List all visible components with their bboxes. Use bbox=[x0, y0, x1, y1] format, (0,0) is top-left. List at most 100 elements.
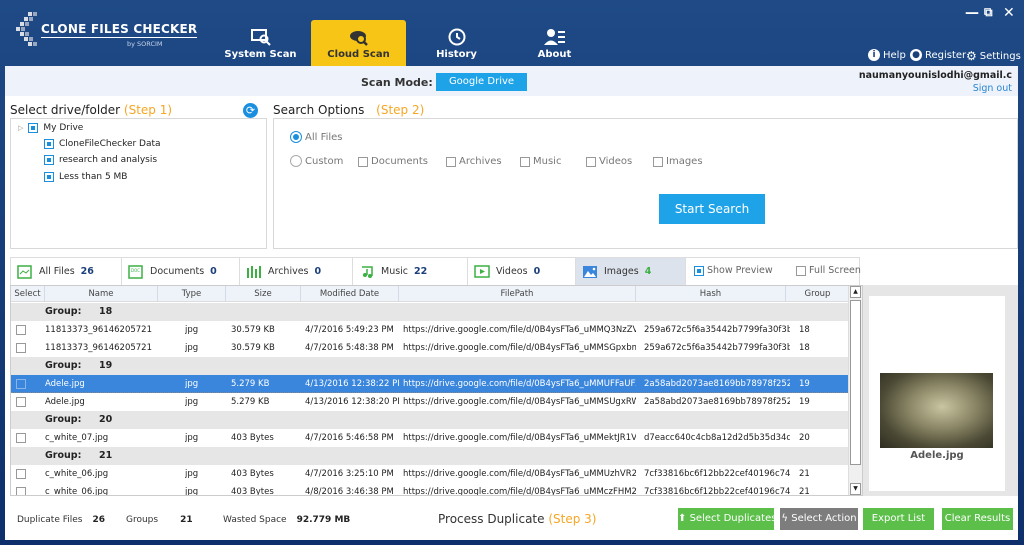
radio-icon bbox=[290, 131, 302, 143]
export-list-button[interactable]: Export List bbox=[863, 508, 934, 530]
start-search-button[interactable]: Start Search bbox=[659, 194, 765, 224]
vertical-scrollbar[interactable]: ▲ ▼ bbox=[848, 286, 862, 495]
refresh-icon[interactable]: ⟳ bbox=[243, 103, 258, 118]
filter-tab-images[interactable]: Images 4 bbox=[576, 258, 686, 285]
col-hash[interactable]: Hash bbox=[636, 286, 786, 302]
tab-cloud-scan[interactable]: Cloud Scan bbox=[311, 20, 406, 66]
step-2-label: (Step 2) bbox=[376, 103, 425, 117]
filter-tab-documents[interactable]: DOC Documents 0 bbox=[122, 258, 240, 285]
table-row[interactable]: c_white_06.jpg jpg 403 Bytes 4/7/2016 3:25:… bbox=[11, 465, 849, 483]
close-button[interactable]: ✕ bbox=[1003, 5, 1015, 21]
tree-checkbox[interactable] bbox=[44, 139, 54, 149]
table-row[interactable]: Adele.jpg jpg 5.279 KB 4/13/2016 12:38:22 P… bbox=[11, 375, 849, 393]
cell-size: 5.279 KB bbox=[231, 397, 270, 407]
col-modified-date[interactable]: Modified Date bbox=[301, 286, 399, 302]
col-group[interactable]: Group bbox=[786, 286, 849, 302]
register-link[interactable]: ● Register bbox=[910, 49, 966, 61]
tree-item-my-drive[interactable]: ▷ My Drive bbox=[18, 123, 83, 133]
table-row[interactable]: 11813373_96146205721 jpg 30.579 KB 4/7/2016… bbox=[11, 321, 849, 339]
stat-value: 26 bbox=[92, 515, 106, 525]
tree-checkbox[interactable] bbox=[44, 155, 54, 165]
scan-mode-button[interactable]: Google Drive bbox=[436, 73, 527, 91]
scroll-up-icon[interactable]: ▲ bbox=[850, 286, 861, 298]
settings-link[interactable]: ⚙ Settings bbox=[966, 49, 1021, 63]
full-screen-checkbox[interactable]: Full Screen bbox=[796, 265, 861, 276]
group-label: Group: bbox=[45, 306, 82, 317]
gear-icon: ⚙ bbox=[966, 49, 977, 63]
row-checkbox[interactable] bbox=[16, 433, 26, 443]
documents-label: Documents bbox=[371, 156, 429, 167]
select-action-button[interactable]: ϟ Select Action bbox=[780, 508, 858, 530]
tree-item-research-and-analysis[interactable]: research and analysis bbox=[44, 155, 157, 165]
tree-checkbox[interactable] bbox=[28, 123, 39, 133]
row-checkbox[interactable] bbox=[16, 487, 26, 495]
checkbox-box bbox=[796, 265, 806, 276]
row-checkbox[interactable] bbox=[16, 379, 26, 389]
show-preview-checkbox[interactable]: Show Preview bbox=[694, 265, 773, 276]
scroll-down-icon[interactable]: ▼ bbox=[850, 483, 861, 495]
row-checkbox[interactable] bbox=[16, 397, 26, 407]
tab-history[interactable]: History bbox=[409, 20, 504, 66]
music-label: Music bbox=[533, 156, 562, 167]
documents-checkbox[interactable]: Documents bbox=[358, 156, 428, 167]
row-checkbox[interactable] bbox=[16, 469, 26, 479]
expand-icon[interactable]: ▷ bbox=[18, 124, 23, 132]
col-type[interactable]: Type bbox=[158, 286, 226, 302]
row-checkbox[interactable] bbox=[16, 343, 26, 353]
help-link[interactable]: i Help bbox=[868, 49, 906, 61]
help-label: Help bbox=[883, 49, 906, 61]
results-table: Select Name Type Size Modified Date File… bbox=[10, 285, 863, 496]
scroll-thumb[interactable] bbox=[850, 300, 861, 465]
col-select[interactable]: Select bbox=[11, 286, 45, 302]
music-checkbox[interactable]: Music bbox=[520, 156, 561, 167]
sign-out-link[interactable]: Sign out bbox=[973, 83, 1012, 94]
scan-mode-bar: Scan Mode: Google Drive naumanyounislodh… bbox=[5, 66, 1018, 96]
table-row[interactable]: 11813373_96146205721 jpg 30.579 KB 4/7/2016… bbox=[11, 339, 849, 357]
lightning-icon: ϟ bbox=[781, 513, 789, 524]
process-label: Process Duplicate bbox=[438, 512, 545, 526]
drive-title-text: Select drive/folder bbox=[10, 103, 121, 117]
cell-group: 21 bbox=[799, 487, 810, 496]
tree-item-less-than-5mb[interactable]: Less than 5 MB bbox=[44, 172, 127, 182]
preview-card: Adele.jpg bbox=[869, 296, 1005, 491]
videos-label: Videos bbox=[599, 156, 633, 167]
checkbox-box bbox=[520, 156, 530, 167]
table-row[interactable]: c_white_06.jpg jpg 403 Bytes 4/8/2016 3:46:… bbox=[11, 483, 849, 496]
filter-tab-music[interactable]: Music 22 bbox=[353, 258, 468, 285]
step-3-label: (Step 3) bbox=[548, 512, 597, 526]
row-checkbox[interactable] bbox=[16, 325, 26, 335]
col-filepath[interactable]: FilePath bbox=[399, 286, 636, 302]
images-checkbox[interactable]: Images bbox=[653, 156, 703, 167]
tab-about[interactable]: About bbox=[507, 20, 602, 66]
tab-system-scan[interactable]: System Scan bbox=[213, 20, 308, 66]
videos-checkbox[interactable]: Videos bbox=[586, 156, 632, 167]
tree-checkbox[interactable] bbox=[44, 172, 54, 182]
button-label: Select Duplicates bbox=[689, 513, 777, 524]
all-files-radio[interactable]: All Files bbox=[290, 131, 343, 143]
clear-results-button[interactable]: Clear Results bbox=[942, 508, 1013, 530]
about-icon bbox=[543, 29, 565, 45]
filter-tab-videos[interactable]: Videos 0 bbox=[468, 258, 576, 285]
minimize-button[interactable]: — bbox=[965, 5, 979, 21]
restore-button[interactable]: ⧉ bbox=[984, 5, 993, 20]
tree-item-clonefilechecker-data[interactable]: CloneFileChecker Data bbox=[44, 139, 161, 149]
col-name[interactable]: Name bbox=[45, 286, 158, 302]
logo-mark-icon bbox=[16, 12, 37, 46]
group-number: 20 bbox=[99, 414, 113, 425]
stat-value: 92.779 MB bbox=[296, 515, 351, 525]
table-row[interactable]: Adele.jpg jpg 5.279 KB 4/13/2016 12:38:20 P… bbox=[11, 393, 849, 411]
tab-label: Music bbox=[381, 266, 409, 277]
col-size[interactable]: Size bbox=[226, 286, 301, 302]
table-row[interactable]: c_white_07.jpg jpg 403 Bytes 4/7/2016 5:46:… bbox=[11, 429, 849, 447]
select-duplicates-button[interactable]: ⬆ Select Duplicates bbox=[678, 508, 777, 530]
filter-tab-archives[interactable]: Archives 0 bbox=[240, 258, 353, 285]
cell-modified: 4/13/2016 12:38:22 PM bbox=[305, 379, 399, 389]
custom-radio[interactable]: Custom bbox=[290, 155, 343, 167]
header: CLONE FILES CHECKER by SORCIM System Sca… bbox=[0, 0, 1024, 66]
search-options-title: Search Options (Step 2) bbox=[273, 103, 424, 117]
checkbox-box bbox=[586, 156, 596, 167]
filter-tab-all-files[interactable]: All Files 26 bbox=[11, 258, 122, 285]
preview-caption: Adele.jpg bbox=[910, 450, 964, 461]
archives-checkbox[interactable]: Archives bbox=[446, 156, 502, 167]
search-options-box: All Files Custom Documents Archives Musi… bbox=[273, 118, 1018, 249]
